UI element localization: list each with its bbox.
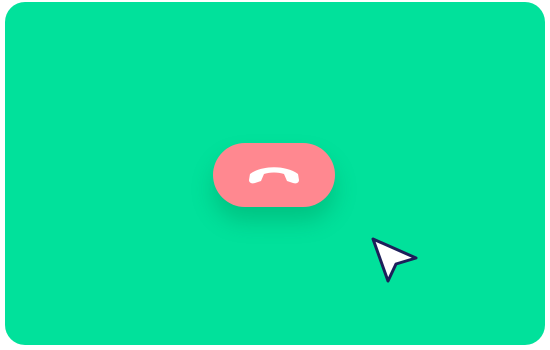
call-card	[5, 2, 545, 345]
end-call-button[interactable]	[213, 143, 335, 207]
screen	[0, 0, 550, 350]
phone-hangup-icon	[249, 167, 299, 184]
